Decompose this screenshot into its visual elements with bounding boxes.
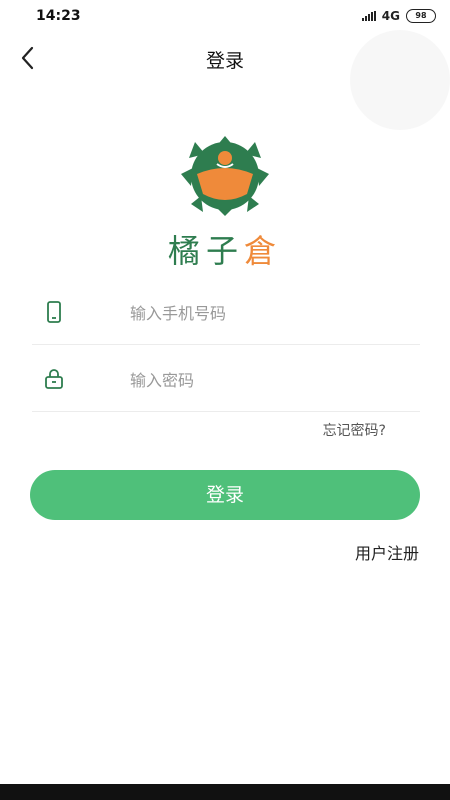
phone-row — [32, 280, 420, 345]
password-row — [32, 347, 420, 412]
login-button[interactable]: 登录 — [30, 470, 420, 520]
forgot-password-link[interactable]: 忘记密码? — [323, 420, 386, 440]
signal-icon — [361, 11, 376, 21]
nav-bar: 登录 — [0, 34, 450, 80]
status-bar: 14:23 4G 98 — [0, 0, 450, 32]
status-time: 14:23 — [36, 8, 81, 24]
logo-icon — [181, 136, 269, 216]
system-bottom-bar — [0, 784, 450, 800]
page-title: 登录 — [205, 50, 244, 72]
network-type: 4G — [381, 9, 400, 23]
password-input[interactable] — [128, 365, 412, 395]
brand-name-part2: 倉 — [244, 232, 283, 270]
battery-level: 98 — [415, 11, 427, 20]
brand-name-part1: 橘子 — [167, 232, 244, 270]
battery-icon: 98 — [406, 9, 436, 23]
status-indicators: 4G 98 — [361, 9, 436, 23]
phone-input[interactable] — [128, 298, 412, 328]
register-link[interactable]: 用户注册 — [355, 540, 419, 564]
phone-icon — [47, 301, 61, 323]
lock-icon — [45, 369, 63, 389]
brand-name: 橘子倉 — [0, 226, 450, 272]
